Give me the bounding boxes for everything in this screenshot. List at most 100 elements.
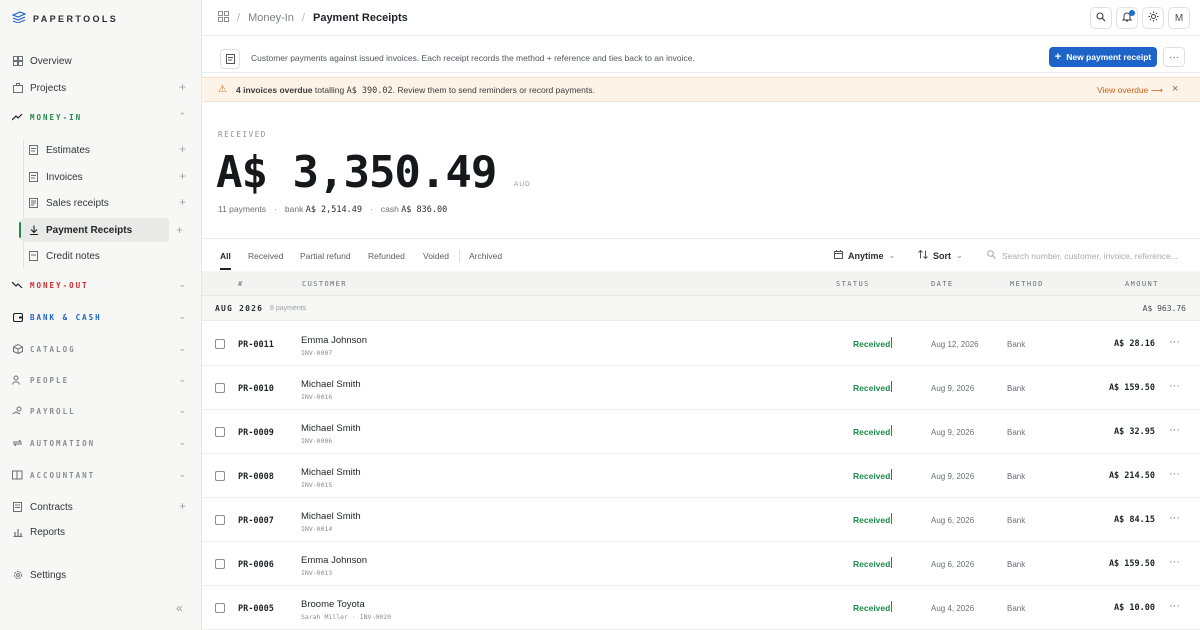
row-checkbox[interactable] (215, 427, 225, 437)
apps-grid-icon[interactable] (218, 11, 229, 25)
plus-icon[interactable]: + (179, 143, 186, 155)
receipt-number[interactable]: PR-0007 (238, 516, 274, 526)
sidebar-item-estimates[interactable]: Estimates + (0, 138, 202, 162)
receipt-number[interactable]: PR-0010 (238, 384, 274, 394)
logo[interactable]: PAPERTOOLS (11, 11, 118, 26)
invoice-reference: INV-0014 (301, 525, 333, 533)
row-actions-icon[interactable]: ··· (1169, 336, 1180, 348)
summary-label: RECEIVED (218, 130, 267, 139)
row-checkbox[interactable] (215, 515, 225, 525)
column-header-amount[interactable]: AMOUNT (1125, 280, 1159, 288)
avatar[interactable]: M (1168, 7, 1190, 29)
search-input[interactable]: Search number, customer, invoice, refere… (987, 250, 1178, 261)
tab-archived[interactable]: Archived (469, 251, 502, 261)
sidebar-section-people[interactable]: PEOPLE ⌄ (0, 368, 202, 392)
row-actions-icon[interactable]: ··· (1169, 468, 1180, 480)
row-actions-icon[interactable]: ··· (1169, 424, 1180, 436)
table-row[interactable]: PR-0011 Emma Johnson INV-0007 Received Aug 1… (202, 322, 1200, 366)
table-row[interactable]: PR-0009 Michael Smith INV-0006 Received Aug … (202, 410, 1200, 454)
sidebar-section-catalog[interactable]: CATALOG ⌄ (0, 337, 202, 361)
breadcrumb-section[interactable]: Money-In (248, 12, 294, 24)
column-header-method[interactable]: METHOD (1010, 280, 1044, 288)
gear-icon (12, 570, 23, 581)
row-actions-icon[interactable]: ··· (1169, 512, 1180, 524)
table-row[interactable]: PR-0006 Emma Johnson INV-0013 Received Aug 6… (202, 542, 1200, 586)
invoice-reference: INV-0015 (301, 481, 333, 489)
chevron-down-icon[interactable]: ⌄ (178, 436, 186, 448)
sidebar-section-payroll[interactable]: PAYROLL ⌄ (0, 399, 202, 423)
row-actions-icon[interactable]: ··· (1169, 380, 1180, 392)
chevron-down-icon[interactable]: ⌄ (178, 342, 186, 354)
row-checkbox[interactable] (215, 383, 225, 393)
date-filter[interactable]: Anytime ⌄ (834, 250, 895, 261)
plus-icon[interactable]: + (179, 81, 186, 93)
tab-refunded[interactable]: Refunded (368, 251, 405, 261)
plus-icon[interactable]: + (179, 196, 186, 208)
sort-button[interactable]: Sort ⌄ (918, 249, 963, 261)
receipt-number[interactable]: PR-0011 (238, 340, 274, 350)
sidebar-item-projects[interactable]: Projects + (0, 76, 202, 100)
payment-method: Bank (1007, 428, 1026, 437)
table-row[interactable]: PR-0005 Broome Toyota Sarah Miller · INV-0… (202, 586, 1200, 630)
table-row[interactable]: PR-0008 Michael Smith INV-0015 Received Aug … (202, 454, 1200, 498)
sidebar-section-accountant[interactable]: ACCOUNTANT ⌄ (0, 463, 202, 487)
payment-method: Bank (1007, 472, 1026, 481)
search-button[interactable] (1090, 7, 1112, 29)
tab-voided[interactable]: Voided (423, 251, 449, 261)
sidebar-item-credit-notes[interactable]: Credit notes (0, 244, 202, 268)
month-group-header[interactable]: AUG 2026 8 payments A$ 963.76 (202, 296, 1200, 321)
sidebar-item-reports[interactable]: Reports (0, 520, 202, 544)
new-payment-receipt-button[interactable]: + New payment receipt (1049, 47, 1157, 67)
receipt-number[interactable]: PR-0005 (238, 604, 274, 614)
payment-amount: A$ 10.00 (1114, 603, 1155, 613)
row-checkbox[interactable] (215, 559, 225, 569)
column-header-status[interactable]: STATUS (836, 280, 870, 288)
column-header-date[interactable]: DATE (931, 280, 953, 288)
tab-partial-refund[interactable]: Partial refund (300, 251, 351, 261)
close-icon[interactable]: × (1172, 83, 1178, 95)
table-row[interactable]: PR-0007 Michael Smith INV-0014 Received Aug … (202, 498, 1200, 542)
chevron-down-icon[interactable]: ⌄ (178, 278, 186, 290)
sidebar-section-bank-cash[interactable]: BANK & CASH ⌄ (0, 305, 202, 329)
sidebar-item-payment-receipts[interactable]: Payment Receipts (19, 218, 169, 242)
sidebar-item-sales-receipts[interactable]: Sales receipts + (0, 191, 202, 215)
plus-icon[interactable]: + (176, 223, 183, 237)
row-checkbox[interactable] (215, 339, 225, 349)
tab-all[interactable]: All (220, 251, 231, 270)
sidebar-item-settings[interactable]: Settings (0, 563, 202, 587)
chevron-down-icon[interactable]: ⌄ (178, 404, 186, 416)
info-bar: Customer payments against issued invoice… (202, 43, 1200, 73)
table-row[interactable]: PR-0010 Michael Smith INV-0016 Received Aug … (202, 366, 1200, 410)
notifications-button[interactable] (1116, 7, 1138, 29)
receipt-number[interactable]: PR-0006 (238, 560, 274, 570)
sidebar-section-money-in[interactable]: MONEY-IN ⌃ (0, 105, 202, 129)
section-label: PAYROLL (30, 406, 76, 416)
plus-icon[interactable]: + (179, 170, 186, 182)
sidebar-section-automation[interactable]: AUTOMATION ⌄ (0, 431, 202, 455)
column-header-number[interactable]: # (238, 280, 244, 288)
sidebar-item-invoices[interactable]: Invoices + (0, 165, 202, 189)
receipt-number[interactable]: PR-0009 (238, 428, 274, 438)
tab-divider (459, 250, 460, 262)
tab-received[interactable]: Received (248, 251, 283, 261)
chevron-up-icon[interactable]: ⌃ (178, 110, 186, 122)
sidebar-section-money-out[interactable]: MONEY-OUT ⌄ (0, 273, 202, 297)
chevron-down-icon[interactable]: ⌄ (178, 373, 186, 385)
section-label: MONEY-IN (30, 112, 83, 122)
sidebar-item-overview[interactable]: Overview (0, 49, 202, 73)
row-actions-icon[interactable]: ··· (1169, 600, 1180, 612)
collapse-sidebar-icon[interactable]: « (176, 601, 183, 615)
sidebar-item-contracts[interactable]: Contracts + (0, 495, 202, 519)
chevron-down-icon[interactable]: ⌄ (178, 310, 186, 322)
more-options-button[interactable]: ··· (1163, 47, 1185, 67)
plus-icon[interactable]: + (179, 500, 186, 512)
row-actions-icon[interactable]: ··· (1169, 556, 1180, 568)
view-overdue-link[interactable]: View overdue ⟶ (1097, 85, 1163, 96)
row-checkbox[interactable] (215, 471, 225, 481)
theme-toggle-button[interactable] (1142, 7, 1164, 29)
chevron-down-icon[interactable]: ⌄ (178, 468, 186, 480)
column-header-customer[interactable]: CUSTOMER (302, 280, 347, 288)
receipt-number[interactable]: PR-0008 (238, 472, 274, 482)
row-checkbox[interactable] (215, 603, 225, 613)
breadcrumb: / Money-In / Payment Receipts (218, 11, 408, 25)
